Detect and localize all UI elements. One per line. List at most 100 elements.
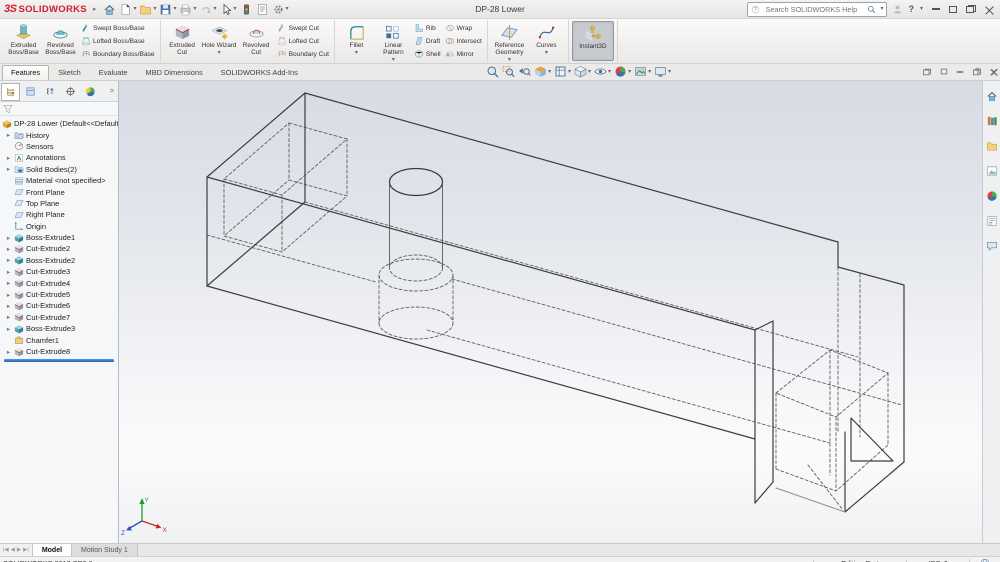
apply-scene-button[interactable]: ▾ (634, 65, 651, 78)
fillet-button[interactable]: Fillet ▾ (338, 21, 375, 61)
minimize-button[interactable] (932, 8, 940, 10)
hide-show-items-button[interactable]: ▾ (594, 65, 611, 78)
expand-arrow-icon[interactable]: ▸ (5, 313, 12, 321)
search-icon[interactable] (867, 5, 876, 14)
dropdown-caret-icon[interactable]: ▾ (628, 69, 631, 75)
view-orientation-button[interactable]: ▾ (554, 65, 571, 78)
expand-arrow-icon[interactable]: ▸ (5, 154, 12, 162)
units-selector[interactable]: IPS ▾ (907, 559, 969, 562)
lofted-boss-base-button[interactable]: Lofted Boss/Base (81, 36, 155, 46)
taskpane-appearances-button[interactable] (986, 189, 998, 207)
tab-features[interactable]: Features (2, 65, 50, 80)
taskpane-close-icon[interactable] (990, 67, 997, 74)
linear-pattern-button[interactable]: Linear Pattern ▾ (375, 21, 412, 63)
dropdown-caret-icon[interactable]: ▾ (355, 50, 358, 56)
maximize-button[interactable] (949, 5, 957, 13)
dropdown-caret-icon[interactable]: ▾ (234, 6, 237, 12)
expand-arrow-icon[interactable]: ▸ (5, 302, 12, 310)
tab-evaluate[interactable]: Evaluate (90, 65, 137, 80)
revolved-boss-base-button[interactable]: Revolved Boss/Base (42, 21, 79, 61)
taskpane-forum-button[interactable] (986, 239, 998, 257)
dropdown-caret-icon[interactable]: ▾ (193, 6, 196, 12)
panel-tab-property-manager[interactable] (21, 83, 40, 101)
close-button[interactable] (985, 5, 994, 14)
expand-arrow-icon[interactable]: ▸ (5, 234, 12, 242)
tree-item-boss-extrude3[interactable]: ▸ Boss-Extrude3 (0, 323, 118, 334)
previous-view-button[interactable] (518, 65, 531, 78)
tree-item-top-plane[interactable]: Top Plane (0, 198, 118, 209)
instant3d-button[interactable]: Instant3D (571, 21, 614, 61)
zoom-to-fit-button[interactable] (486, 65, 499, 78)
tree-item-origin[interactable]: Origin (0, 221, 118, 232)
expand-arrow-icon[interactable]: ▸ (5, 279, 12, 287)
tree-item-right-plane[interactable]: Right Plane (0, 209, 118, 220)
home-button[interactable] (102, 2, 117, 17)
bottom-tab-model[interactable]: Model (32, 544, 73, 556)
dropdown-caret-icon[interactable]: ▾ (173, 6, 176, 12)
pin-icon[interactable] (973, 66, 983, 76)
dropdown-caret-icon[interactable]: ▾ (214, 6, 217, 12)
tree-item-solid-bodies-2[interactable]: ▸ Solid Bodies(2) (0, 164, 118, 175)
user-icon[interactable] (892, 4, 903, 15)
dropdown-caret-icon[interactable]: ▾ (608, 69, 611, 75)
taskpane-design-library-button[interactable] (986, 114, 998, 132)
undo-button[interactable]: ▾ (199, 2, 218, 17)
search-input[interactable] (763, 3, 865, 15)
tab-first-icon[interactable]: |◀ (3, 547, 9, 553)
print-button[interactable]: ▾ (178, 2, 197, 17)
dropdown-caret-icon[interactable]: ▾ (545, 50, 548, 56)
doc-restore-icon[interactable] (923, 68, 931, 75)
dropdown-caret-icon[interactable]: ▾ (568, 69, 571, 75)
intersect-button[interactable]: Intersect (445, 36, 482, 46)
filter-funnel-icon[interactable] (3, 104, 13, 114)
menu-flyout-icon[interactable]: ▸ (93, 5, 97, 13)
tab-next-icon[interactable]: ▶ (17, 547, 21, 553)
search-caret-icon[interactable]: ▾ (880, 6, 883, 12)
view-settings-button[interactable]: ▾ (654, 65, 671, 78)
save-button[interactable]: ▾ (158, 2, 177, 17)
expand-arrow-icon[interactable]: ▸ (5, 245, 12, 253)
expand-arrow-icon[interactable]: ▸ (5, 268, 12, 276)
dropdown-caret-icon[interactable]: ▾ (153, 6, 156, 12)
tree-item-chamfer1[interactable]: Chamfer1 (0, 334, 118, 345)
tab-last-icon[interactable]: ▶| (23, 547, 29, 553)
expand-arrow-icon[interactable]: ▸ (5, 325, 12, 333)
tab-scroll-buttons[interactable]: |◀ ◀ ▶ ▶| (0, 544, 33, 556)
dropdown-caret-icon[interactable]: ▾ (648, 69, 651, 75)
extruded-boss-base-button[interactable]: Extruded Boss/Base (5, 21, 42, 61)
tree-root-item[interactable]: DP-28 Lower (Default<<Default>_Disp (0, 118, 118, 129)
rebuild-button[interactable] (239, 2, 254, 17)
tab-solidworks-add-ins[interactable]: SOLIDWORKS Add-Ins (212, 65, 307, 80)
tree-item-cut-extrude7[interactable]: ▸ Cut-Extrude7 (0, 312, 118, 323)
tab-sketch[interactable]: Sketch (49, 65, 90, 80)
tree-item-cut-extrude2[interactable]: ▸ Cut-Extrude2 (0, 243, 118, 254)
dropdown-caret-icon[interactable]: ▾ (392, 57, 395, 63)
swept-cut-button[interactable]: Swept Cut (277, 23, 329, 33)
tab-mbd-dimensions[interactable]: MBD Dimensions (137, 65, 212, 80)
tree-item-annotations[interactable]: ▸ A Annotations (0, 152, 118, 163)
dropdown-caret-icon[interactable]: ▾ (508, 57, 511, 63)
new-document-button[interactable]: ▾ (118, 2, 137, 17)
swept-boss-base-button[interactable]: Swept Boss/Base (81, 23, 155, 33)
tree-item-cut-extrude8[interactable]: ▸ Cut-Extrude8 (0, 346, 118, 357)
expand-arrow-icon[interactable]: ▸ (5, 348, 12, 356)
tree-item-cut-extrude3[interactable]: ▸ Cut-Extrude3 (0, 266, 118, 277)
panel-tab-display-manager[interactable] (81, 83, 100, 101)
globe-icon[interactable] (980, 558, 990, 562)
expand-arrow-icon[interactable]: ▸ (5, 165, 12, 173)
boundary-cut-button[interactable]: Boundary Cut (277, 49, 329, 59)
expand-arrow-icon[interactable]: ▸ (5, 131, 12, 139)
section-view-button[interactable]: ▾ (534, 65, 551, 78)
mirror-button[interactable]: Mirror (445, 49, 482, 59)
tree-item-front-plane[interactable]: Front Plane (0, 186, 118, 197)
dropdown-caret-icon[interactable]: ▾ (133, 6, 136, 12)
dropdown-caret-icon[interactable]: ▾ (218, 50, 221, 56)
rollback-bar[interactable] (4, 359, 114, 363)
edit-appearance-button[interactable]: ▾ (614, 65, 631, 78)
taskpane-custom-properties-button[interactable] (986, 214, 998, 232)
graphics-area[interactable]: X Y Z (118, 81, 983, 543)
extruded-cut-button[interactable]: Extruded Cut (164, 21, 201, 61)
revolved-cut-button[interactable]: Revolved Cut (238, 21, 275, 61)
options-button[interactable]: ▾ (271, 2, 290, 17)
open-document-button[interactable]: ▾ (138, 2, 157, 17)
